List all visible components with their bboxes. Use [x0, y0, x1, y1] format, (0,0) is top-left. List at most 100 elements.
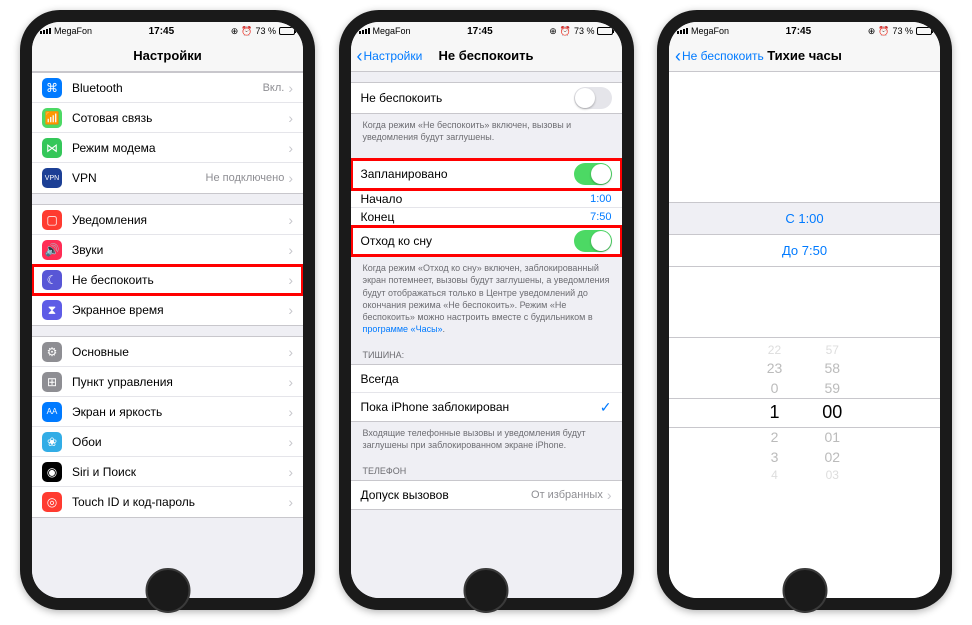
alarm-icon: ⏰	[241, 26, 252, 37]
row-always[interactable]: Всегда	[351, 365, 622, 393]
bluetooth-icon: ⌘	[42, 78, 62, 98]
status-bar: MegaFon 17:45 ⊕ ⏰ 73 %	[351, 22, 622, 40]
battery-pct: 73 %	[255, 26, 276, 36]
nav-header: ‹ Настройки Не беспокоить	[351, 40, 622, 72]
wallpaper-icon: ❀	[42, 432, 62, 452]
home-button[interactable]	[782, 568, 827, 613]
carrier-label: MegaFon	[373, 26, 411, 36]
carrier-label: MegaFon	[54, 26, 92, 36]
row-cellular[interactable]: 📶 Сотовая связь ›	[32, 103, 303, 133]
picker-hours[interactable]: 22 23 0 1 2 3 4	[767, 342, 783, 483]
row-control-center[interactable]: ⊞ Пункт управления ›	[32, 367, 303, 397]
orientation-lock-icon: ⊕	[231, 26, 239, 37]
chevron-right-icon: ›	[288, 212, 293, 228]
screen: MegaFon 17:45 ⊕ ⏰ 73 % ‹ Настройки Не бе…	[351, 22, 622, 598]
fingerprint-icon: ◎	[42, 492, 62, 512]
hotspot-icon: ⋈	[42, 138, 62, 158]
chevron-right-icon: ›	[288, 344, 293, 360]
status-bar: MegaFon 17:45 ⊕ ⏰ 73 %	[669, 22, 940, 40]
row-dnd[interactable]: ☾ Не беспокоить ›	[32, 265, 303, 295]
vpn-icon: VPN	[42, 168, 62, 188]
battery-icon	[597, 27, 613, 35]
back-button[interactable]: ‹ Не беспокоить	[675, 47, 764, 65]
row-screentime[interactable]: ⧗ Экранное время ›	[32, 295, 303, 325]
chevron-right-icon: ›	[288, 434, 293, 450]
to-time-row[interactable]: До 7:50	[669, 235, 940, 267]
dnd-footer: Когда режим «Не беспокоить» включен, выз…	[351, 114, 622, 148]
row-general[interactable]: ⚙ Основные ›	[32, 337, 303, 367]
row-scheduled[interactable]: Запланировано	[351, 159, 622, 190]
battery-pct: 73 %	[892, 26, 913, 36]
from-time-row[interactable]: С 1:00	[669, 202, 940, 235]
home-button[interactable]	[145, 568, 190, 613]
notifications-icon: ▢	[42, 210, 62, 230]
row-dnd-toggle[interactable]: Не беспокоить	[351, 83, 622, 113]
row-end-time[interactable]: Конец 7:50	[351, 208, 622, 226]
sounds-icon: 🔊	[42, 240, 62, 260]
status-time: 17:45	[149, 26, 175, 37]
moon-icon: ☾	[42, 270, 62, 290]
picker-minutes[interactable]: 57 58 59 00 01 02 03	[822, 342, 842, 483]
signal-icon	[677, 28, 688, 34]
chevron-left-icon: ‹	[675, 47, 681, 65]
row-bluetooth[interactable]: ⌘ Bluetooth Вкл. ›	[32, 73, 303, 103]
row-wallpaper[interactable]: ❀ Обои ›	[32, 427, 303, 457]
orientation-lock-icon: ⊕	[549, 26, 557, 37]
row-notifications[interactable]: ▢ Уведомления ›	[32, 205, 303, 235]
row-while-locked[interactable]: Пока iPhone заблокирован ✓	[351, 393, 622, 421]
row-display[interactable]: AA Экран и яркость ›	[32, 397, 303, 427]
row-bedtime[interactable]: Отход ко сну	[351, 226, 622, 256]
silence-footer: Входящие телефонные вызовы и уведомления…	[351, 422, 622, 456]
cellular-icon: 📶	[42, 108, 62, 128]
signal-icon	[40, 28, 51, 34]
row-allow-calls[interactable]: Допуск вызовов От избранных ›	[351, 481, 622, 509]
nav-header: ‹ Не беспокоить Тихие часы	[669, 40, 940, 72]
screen: MegaFon 17:45 ⊕ ⏰ 73 % ‹ Не беспокоить Т…	[669, 22, 940, 598]
clock-app-link[interactable]: программе «Часы»	[363, 324, 443, 334]
chevron-right-icon: ›	[288, 494, 293, 510]
chevron-right-icon: ›	[288, 140, 293, 156]
chevron-right-icon: ›	[288, 374, 293, 390]
chevron-right-icon: ›	[288, 80, 293, 96]
battery-icon	[916, 27, 932, 35]
alarm-icon: ⏰	[878, 26, 889, 37]
chevron-right-icon: ›	[288, 272, 293, 288]
home-button[interactable]	[464, 568, 509, 613]
chevron-right-icon: ›	[288, 170, 293, 186]
chevron-right-icon: ›	[607, 487, 612, 503]
screen: MegaFon 17:45 ⊕ ⏰ 73 % Настройки ⌘ Bluet…	[32, 22, 303, 598]
row-siri[interactable]: ◉ Siri и Поиск ›	[32, 457, 303, 487]
row-vpn[interactable]: VPN VPN Не подключено ›	[32, 163, 303, 193]
nav-title: Не беспокоить	[439, 48, 534, 63]
bedtime-toggle[interactable]	[574, 230, 612, 252]
settings-list[interactable]: ⌘ Bluetooth Вкл. › 📶 Сотовая связь › ⋈ Р…	[32, 72, 303, 598]
switches-icon: ⊞	[42, 372, 62, 392]
row-start-time[interactable]: Начало 1:00	[351, 190, 622, 208]
row-touchid[interactable]: ◎ Touch ID и код-пароль ›	[32, 487, 303, 517]
chevron-right-icon: ›	[288, 464, 293, 480]
phone-settings: MegaFon 17:45 ⊕ ⏰ 73 % Настройки ⌘ Bluet…	[20, 10, 315, 610]
status-time: 17:45	[467, 26, 493, 37]
silence-header: ТИШИНА:	[351, 340, 622, 364]
chevron-left-icon: ‹	[357, 47, 363, 65]
dnd-settings[interactable]: Не беспокоить Когда режим «Не беспокоить…	[351, 72, 622, 598]
nav-title: Тихие часы	[767, 48, 842, 63]
battery-icon	[279, 27, 295, 35]
chevron-right-icon: ›	[288, 404, 293, 420]
chevron-right-icon: ›	[288, 242, 293, 258]
row-sounds[interactable]: 🔊 Звуки ›	[32, 235, 303, 265]
phone-quiet-hours: MegaFon 17:45 ⊕ ⏰ 73 % ‹ Не беспокоить Т…	[657, 10, 952, 610]
chevron-right-icon: ›	[288, 302, 293, 318]
carrier-label: MegaFon	[691, 26, 729, 36]
time-picker[interactable]: 22 23 0 1 2 3 4 57 58 59 00 01 02 03	[669, 337, 940, 487]
bedtime-footer: Когда режим «Отход ко сну» включен, забл…	[351, 257, 622, 340]
dnd-toggle[interactable]	[574, 87, 612, 109]
checkmark-icon: ✓	[600, 399, 612, 416]
back-button[interactable]: ‹ Настройки	[357, 47, 423, 65]
alarm-icon: ⏰	[560, 26, 571, 37]
siri-icon: ◉	[42, 462, 62, 482]
scheduled-toggle[interactable]	[574, 163, 612, 185]
row-hotspot[interactable]: ⋈ Режим модема ›	[32, 133, 303, 163]
nav-header: Настройки	[32, 40, 303, 72]
orientation-lock-icon: ⊕	[868, 26, 876, 37]
